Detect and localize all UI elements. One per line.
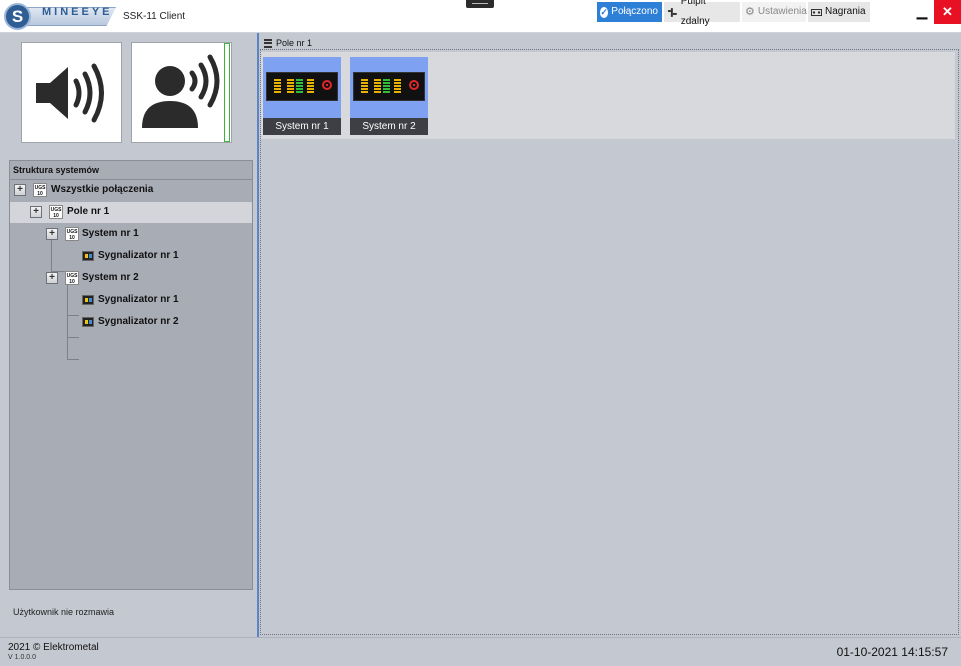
tree-node-signaler[interactable]: Sygnalizator nr 2 xyxy=(10,312,252,333)
tree-header: Struktura systemów xyxy=(10,161,252,180)
breadcrumb: Pole nr 1 xyxy=(264,38,312,48)
user-speaking-icon xyxy=(142,54,220,128)
call-status: Użytkownik nie rozmawia xyxy=(13,607,115,617)
signal-panel-icon xyxy=(353,72,425,101)
recordings-icon xyxy=(811,8,822,16)
expand-icon[interactable]: + xyxy=(46,272,58,284)
speaker-tile[interactable] xyxy=(21,42,122,143)
drag-handle[interactable] xyxy=(466,0,494,8)
tree-node-signaler[interactable]: Sygnalizator nr 1 xyxy=(10,290,252,311)
expand-icon[interactable]: + xyxy=(46,228,58,240)
ugs-icon: UGS 10 xyxy=(65,271,79,285)
tree-node-all-connections[interactable]: + UGS 10 Wszystkie połączenia xyxy=(10,180,252,201)
status-bar: 2021 © Elektrometal V 1.0.0.0 01-10-2021… xyxy=(0,637,961,666)
tree-node-system-1[interactable]: + UGS 10 System nr 1 xyxy=(10,224,252,245)
connected-button[interactable]: ✓ Połączono xyxy=(597,2,662,22)
systems-grid: System nr 1 System nr 2 xyxy=(261,52,955,139)
speaker-icon xyxy=(36,63,104,123)
minimize-button[interactable]: ▁ xyxy=(910,0,934,24)
clock: 01-10-2021 14:15:57 xyxy=(836,645,948,659)
title-bar: S MINEEYE SSK-11 Client ✓ Połączono Pulp… xyxy=(0,0,961,33)
tree-node-pole-1[interactable]: + UGS 10 Pole nr 1 xyxy=(10,202,252,223)
tree-node-system-2[interactable]: + UGS 10 System nr 2 xyxy=(10,268,252,289)
signaler-icon xyxy=(82,251,94,261)
gear-icon: ⚙ xyxy=(745,6,755,18)
recordings-button[interactable]: Nagrania xyxy=(808,2,870,22)
copyright: 2021 © Elektrometal xyxy=(8,642,99,653)
list-icon xyxy=(264,38,272,48)
system-card[interactable]: System nr 1 xyxy=(263,57,341,135)
check-icon: ✓ xyxy=(600,6,609,18)
settings-button[interactable]: ⚙ Ustawienia xyxy=(742,2,807,22)
remote-desk-button[interactable]: Pulpit zdalny xyxy=(664,0,740,27)
main-panel: Pole nr 1 System nr 1 System nr 2 xyxy=(259,33,961,637)
remote-desk-icon xyxy=(667,7,677,17)
close-button[interactable]: ✕ xyxy=(934,0,961,24)
system-tree: Struktura systemów + UGS 10 Wszystkie poł… xyxy=(9,160,253,590)
version: V 1.0.0.0 xyxy=(8,654,37,661)
user-voice-tile[interactable] xyxy=(131,42,232,143)
app-title: SSK-11 Client xyxy=(123,11,186,22)
ugs-icon: UGS 10 xyxy=(33,183,47,197)
signal-panel-icon xyxy=(266,72,338,101)
left-panel: Struktura systemów + UGS 10 Wszystkie poł… xyxy=(0,33,257,637)
ugs-icon: UGS 10 xyxy=(49,205,63,219)
ugs-icon: UGS 10 xyxy=(65,227,79,241)
signaler-icon xyxy=(82,317,94,327)
expand-icon[interactable]: + xyxy=(30,206,42,218)
system-card[interactable]: System nr 2 xyxy=(350,57,428,135)
volume-level-bar xyxy=(224,43,230,142)
signaler-icon xyxy=(82,295,94,305)
mineeye-logo: S MINEEYE xyxy=(4,3,116,30)
expand-icon[interactable]: + xyxy=(14,184,26,196)
tree-node-signaler[interactable]: Sygnalizator nr 1 xyxy=(10,246,252,267)
